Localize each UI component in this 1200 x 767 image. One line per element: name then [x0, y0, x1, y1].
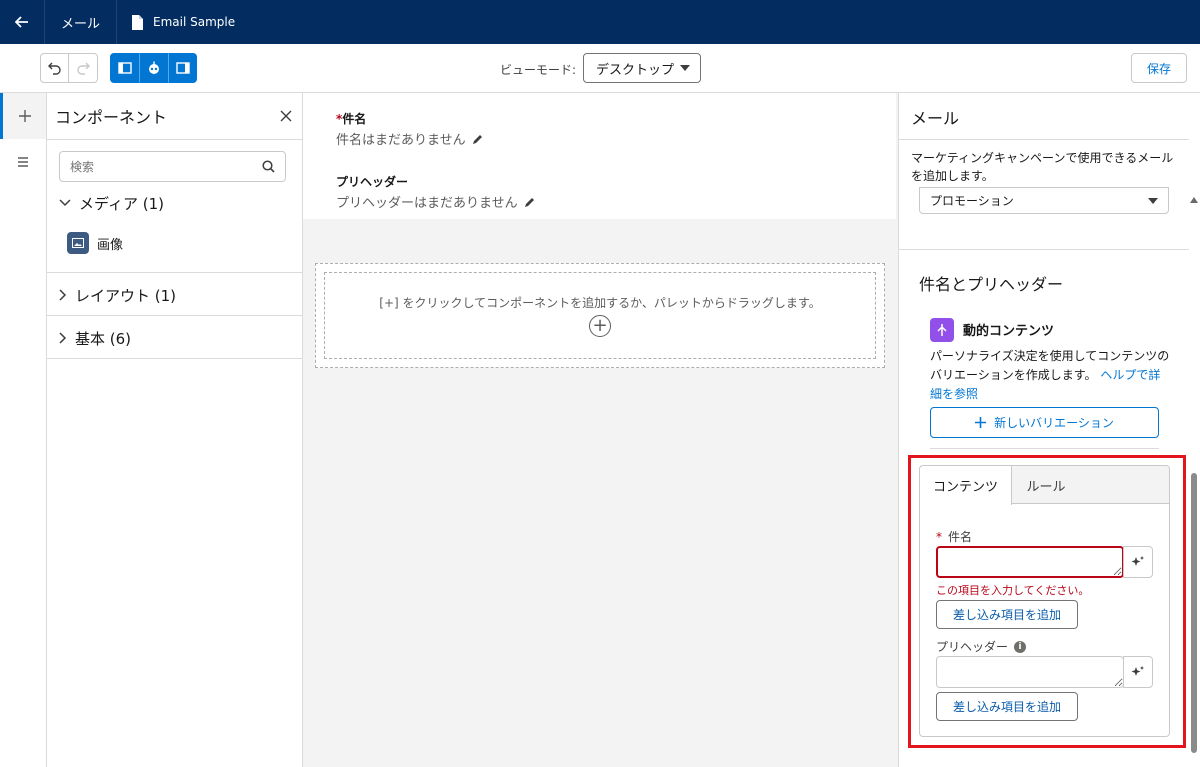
scroll-up-icon: [1190, 197, 1198, 203]
component-image[interactable]: 画像: [67, 232, 123, 254]
info-icon[interactable]: i: [1014, 640, 1027, 653]
caret-down-icon: [1148, 197, 1158, 204]
section-basic-label: 基本 (6): [75, 329, 132, 348]
right-panel-icon: [175, 62, 190, 74]
chevron-right-icon: [59, 332, 67, 344]
components-header: コンポーネント: [47, 93, 302, 140]
redo-button[interactable]: [69, 53, 98, 83]
email-type-value: プロモーション: [930, 194, 1014, 208]
section-layout[interactable]: レイアウト (1): [47, 281, 302, 309]
canvas-preheader-value[interactable]: プリヘッダーはまだありません: [336, 192, 536, 211]
breadcrumb-app[interactable]: メール: [45, 0, 118, 44]
add-merge-field-button-2[interactable]: 差し込み項目を追加: [936, 692, 1078, 721]
back-button[interactable]: [0, 0, 45, 44]
section-basic[interactable]: 基本 (6): [47, 324, 302, 352]
tab-content[interactable]: コンテンツ: [920, 466, 1012, 505]
rail-add-components[interactable]: [0, 93, 46, 139]
preheader-input[interactable]: [936, 656, 1124, 688]
document-icon: [132, 14, 144, 30]
section-layout-label: レイアウト (1): [75, 286, 177, 305]
add-merge-field-button[interactable]: 差し込み項目を追加: [936, 600, 1078, 629]
tab-bar: コンテンツ ルール: [920, 466, 1169, 505]
section-title: 件名とプリヘッダー: [919, 275, 1064, 294]
panel-title: メール: [911, 109, 960, 128]
plus-icon: [18, 110, 31, 122]
breadcrumb-file: Email Sample: [117, 0, 249, 44]
divider: [47, 358, 302, 359]
plus-icon: [975, 417, 987, 428]
canvas-subject-value[interactable]: 件名はまだありません: [336, 129, 484, 148]
variation-tabs: コンテンツ ルール * 件名 この項目を入力してください。 差し込み項目を追加 プ…: [919, 465, 1170, 737]
left-panel-icon: [117, 62, 132, 74]
add-component-icon[interactable]: +: [589, 315, 611, 337]
email-canvas: *件名 件名はまだありません プリヘッダー プリヘッダーはまだありません [+]…: [303, 93, 898, 767]
divider: [47, 272, 302, 273]
form-subject-label: * 件名: [936, 529, 973, 545]
back-arrow-icon: [15, 16, 28, 28]
view-mode-label: ビューモード:: [500, 63, 577, 77]
close-icon[interactable]: [280, 110, 292, 122]
panel-description: マーケティングキャンペーンで使用できるメールを追加します。: [911, 151, 1174, 183]
components-panel: コンポーネント 検索 メディア (1) 画像 レイアウト (1) 基本 (6): [47, 93, 303, 767]
sparkle-icon: [1131, 556, 1144, 566]
dynamic-content-icon: [930, 318, 954, 342]
email-header-block: *件名 件名はまだありません プリヘッダー プリヘッダーはまだありません: [303, 93, 896, 219]
subject-input[interactable]: [936, 546, 1124, 578]
tab-rules[interactable]: ルール: [1012, 466, 1080, 504]
view-mode-value: デスクトップ: [596, 62, 675, 78]
builder-toolbar: ビューモード: デスクトップ 保存: [0, 44, 1200, 93]
search-placeholder: 検索: [70, 160, 95, 174]
drop-zone-inner: [+] をクリックしてコンポーネントを追加するか、パレットからドラッグします。 …: [324, 272, 876, 359]
redo-icon: [77, 62, 90, 75]
undo-redo-group: [40, 53, 98, 83]
right-panel-toggle[interactable]: [168, 53, 197, 83]
divider: [899, 249, 1189, 250]
canvas-preheader-label: プリヘッダー: [336, 175, 409, 189]
divider: [47, 315, 302, 316]
email-type-select[interactable]: プロモーション: [919, 187, 1169, 214]
chevron-down-icon: [59, 199, 71, 207]
sparkle-icon: [1131, 666, 1144, 676]
section-media-label: メディア (1): [79, 194, 164, 213]
scrollbar-thumb[interactable]: [1191, 473, 1197, 753]
component-image-label: 画像: [97, 237, 124, 253]
left-panel-toggle[interactable]: [110, 53, 139, 83]
caret-down-icon: [680, 65, 690, 71]
chevron-right-icon: [59, 289, 67, 301]
search-icon: [262, 160, 275, 173]
drop-zone[interactable]: [+] をクリックしてコンポーネントを追加するか、パレットからドラッグします。 …: [315, 263, 885, 368]
form-preheader-label: プリヘッダー i: [936, 638, 1027, 655]
canvas-subject-label: *件名: [336, 112, 367, 126]
robot-icon: [148, 61, 159, 74]
save-button[interactable]: 保存: [1131, 53, 1187, 83]
list-icon: [18, 157, 28, 167]
rail-outline[interactable]: [0, 139, 46, 185]
ai-assist-button[interactable]: [1123, 546, 1153, 578]
ai-assist-button[interactable]: [1123, 656, 1153, 688]
left-rail: [0, 93, 47, 767]
component-search-input[interactable]: 検索: [59, 151, 286, 182]
agent-button[interactable]: [139, 53, 168, 83]
undo-button[interactable]: [40, 53, 69, 83]
image-icon: [67, 232, 89, 254]
drop-hint: [+] をクリックしてコンポーネントを追加するか、パレットからドラッグします。: [379, 296, 821, 310]
error-message: この項目を入力してください。: [936, 584, 1090, 597]
pencil-icon: [472, 134, 482, 144]
panel-toggle-group: [110, 53, 197, 83]
view-mode-select[interactable]: デスクトップ: [583, 53, 701, 83]
global-header: メール Email Sample: [0, 0, 1200, 44]
properties-panel: メール マーケティングキャンペーンで使用できるメールを追加します。 プロモーショ…: [898, 93, 1200, 767]
new-variation-button[interactable]: 新しいバリエーション: [930, 407, 1159, 438]
undo-icon: [47, 62, 61, 75]
divider: [930, 448, 1159, 449]
divider: [899, 139, 1189, 140]
dynamic-content-title: 動的コンテンツ: [963, 324, 1055, 339]
section-media[interactable]: メディア (1): [47, 189, 302, 217]
dynamic-content-description: パーソナライズ決定を使用してコンテンツのバリエーションを作成します。 ヘルプで詳…: [930, 349, 1170, 402]
components-title: コンポーネント: [55, 108, 168, 127]
file-name: Email Sample: [153, 15, 236, 29]
pencil-icon: [524, 197, 534, 207]
scrollbar[interactable]: [1187, 193, 1200, 767]
